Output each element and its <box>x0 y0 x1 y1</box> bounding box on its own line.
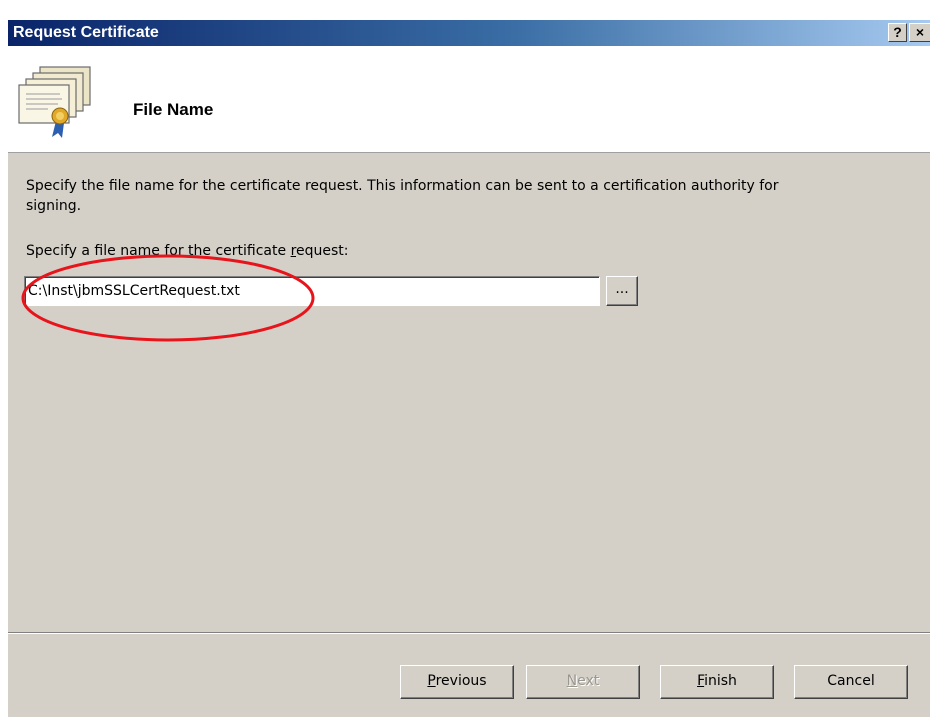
close-button[interactable]: × <box>909 23 930 42</box>
label-text-pre: Specify a file name for the certificate <box>26 243 291 259</box>
previous-label: revious <box>435 673 487 689</box>
help-button[interactable]: ? <box>888 23 907 42</box>
label-text-post: equest: <box>296 243 349 259</box>
browse-button[interactable]: ... <box>606 276 638 306</box>
wizard-header: File Name <box>8 46 930 153</box>
previous-button[interactable]: Previous <box>400 665 514 699</box>
page-title: File Name <box>133 100 214 119</box>
file-name-label: Specify a file name for the certificate … <box>26 243 349 259</box>
previous-accel: P <box>427 673 436 689</box>
finish-label: inish <box>704 673 737 689</box>
file-name-input[interactable] <box>24 276 600 306</box>
next-label: ext <box>577 673 600 689</box>
next-button[interactable]: Next <box>526 665 640 699</box>
request-certificate-dialog: Request Certificate ? × File Name Specif… <box>8 20 930 717</box>
next-accel: N <box>566 673 578 689</box>
cancel-button[interactable]: Cancel <box>794 665 908 699</box>
title-bar[interactable]: Request Certificate ? × <box>8 20 930 46</box>
certificates-icon <box>18 66 91 138</box>
wizard-footer: Previous Next Finish Cancel <box>8 632 930 717</box>
window-title: Request Certificate <box>13 24 159 41</box>
finish-button[interactable]: Finish <box>660 665 774 699</box>
description-text: Specify the file name for the certificat… <box>26 178 779 214</box>
